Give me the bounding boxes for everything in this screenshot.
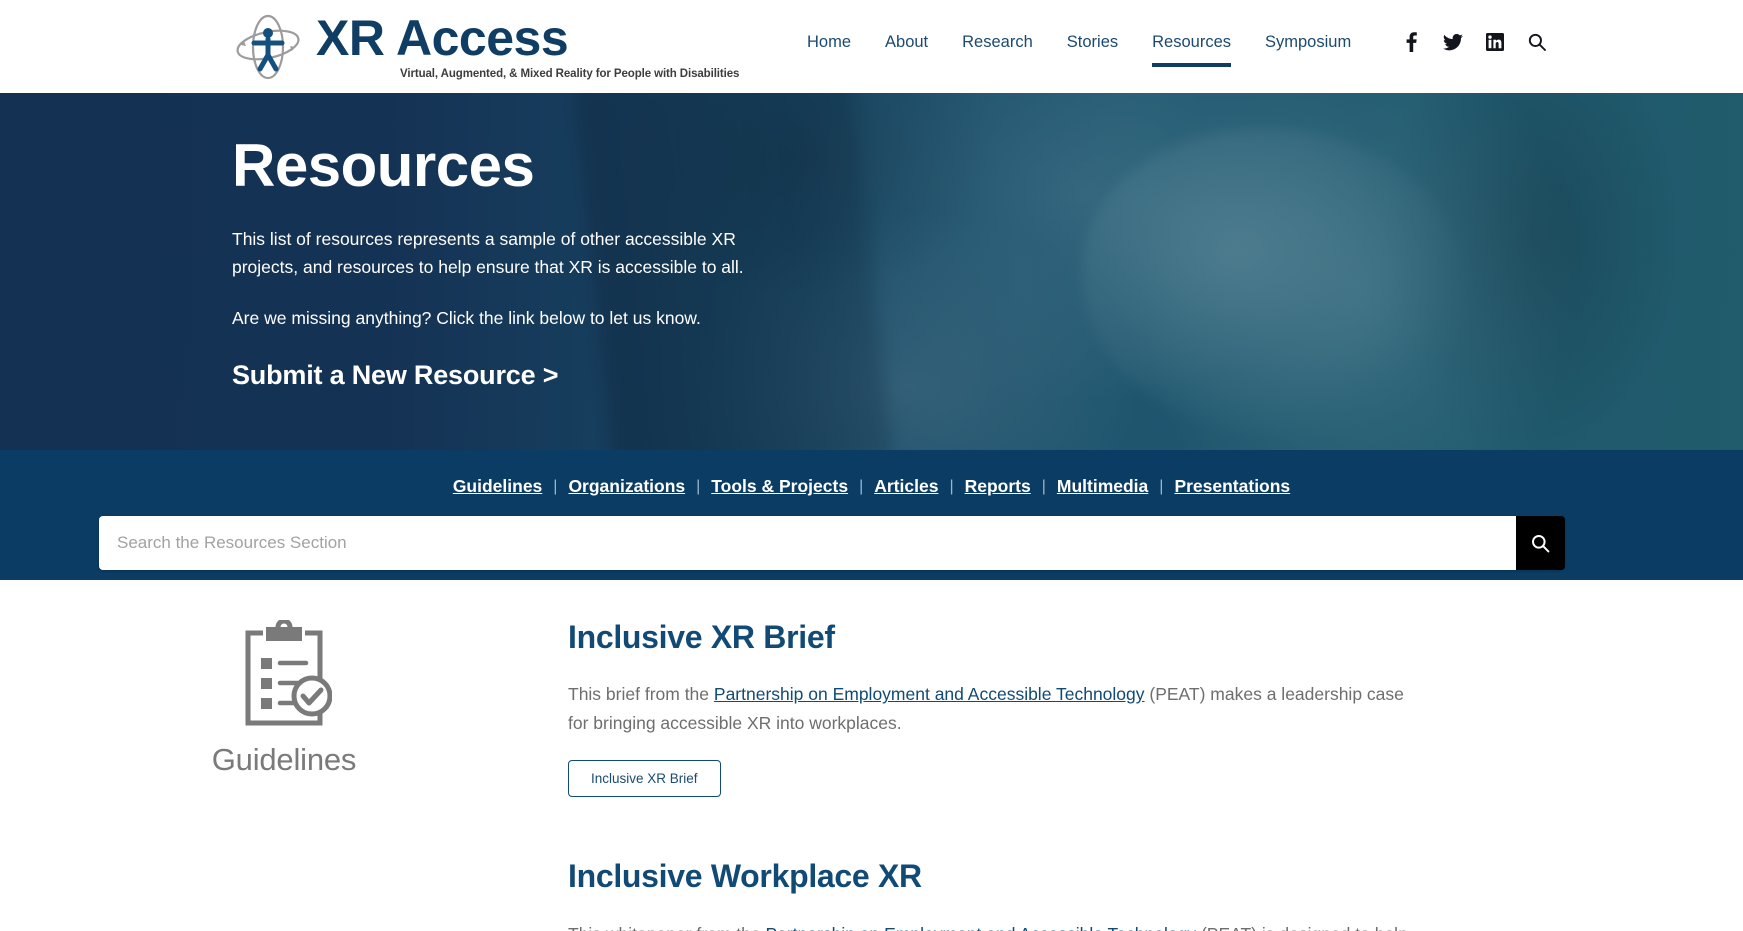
resource-desc-before: This brief from the <box>568 684 714 705</box>
main-navigation: Home About Research Stories Resources Sy… <box>790 28 1558 67</box>
category-link-tools-projects[interactable]: Tools & Projects <box>705 476 854 497</box>
resource-title[interactable]: Inclusive XR Brief <box>568 618 1573 656</box>
nav-item-research[interactable]: Research <box>945 29 1050 55</box>
category-column: Guidelines <box>0 618 568 931</box>
resource-inline-link[interactable]: Partnership on Employment and Accessible… <box>765 924 1196 931</box>
search-input[interactable] <box>99 516 1516 570</box>
resource-item: Inclusive Workplace XR This whitepaper f… <box>568 857 1573 931</box>
logo-title: XR Access <box>316 10 569 66</box>
search-submit-button[interactable] <box>1516 516 1565 570</box>
category-link-multimedia[interactable]: Multimedia <box>1051 476 1154 497</box>
submit-new-resource-link[interactable]: Submit a New Resource > <box>232 360 558 391</box>
category-separator: | <box>949 477 954 495</box>
xr-access-person-orbit-logo-icon <box>232 11 304 83</box>
facebook-icon[interactable] <box>1390 28 1432 56</box>
category-separator: | <box>696 477 701 495</box>
clipboard-checklist-icon <box>236 620 332 728</box>
search-icon[interactable] <box>1516 28 1558 56</box>
category-links: Guidelines | Organizations | Tools & Pro… <box>0 450 1743 497</box>
resources-content: Guidelines Inclusive XR Brief This brief… <box>0 580 1743 931</box>
resource-inline-link[interactable]: Partnership on Employment and Accessible… <box>714 684 1145 704</box>
resources-search-bar <box>99 516 1565 570</box>
resource-action-button[interactable]: Inclusive XR Brief <box>568 760 721 798</box>
category-link-guidelines[interactable]: Guidelines <box>447 476 548 497</box>
hero-paragraph-1: This list of resources represents a samp… <box>232 229 744 278</box>
category-separator: | <box>1159 477 1164 495</box>
hero-paragraph-2: Are we missing anything? Click the link … <box>232 307 701 328</box>
category-link-presentations[interactable]: Presentations <box>1168 476 1296 497</box>
resource-list: Inclusive XR Brief This brief from the P… <box>568 618 1743 931</box>
resource-description: This brief from the Partnership on Emplo… <box>568 680 1428 737</box>
category-link-organizations[interactable]: Organizations <box>562 476 691 497</box>
nav-item-about[interactable]: About <box>868 29 945 55</box>
nav-item-resources[interactable]: Resources <box>1135 29 1248 67</box>
site-header: XR Access Virtual, Augmented, & Mixed Re… <box>0 0 1743 93</box>
page-title: Resources <box>232 132 535 199</box>
logo-tagline: Virtual, Augmented, & Mixed Reality for … <box>400 68 740 80</box>
nav-item-symposium[interactable]: Symposium <box>1248 29 1368 55</box>
category-separator: | <box>1041 477 1046 495</box>
category-link-reports[interactable]: Reports <box>959 476 1037 497</box>
search-icon <box>1531 534 1550 553</box>
resource-description: This whitepaper from the Partnership on … <box>568 920 1428 931</box>
site-logo[interactable]: XR Access Virtual, Augmented, & Mixed Re… <box>232 11 739 83</box>
category-link-articles[interactable]: Articles <box>868 476 944 497</box>
hero-banner: Resources This list of resources represe… <box>0 93 1743 450</box>
linkedin-icon[interactable] <box>1474 28 1516 56</box>
category-column-label: Guidelines <box>211 742 357 777</box>
twitter-icon[interactable] <box>1432 28 1474 56</box>
resource-item: Inclusive XR Brief This brief from the P… <box>568 618 1573 798</box>
resource-desc-before: This whitepaper from the <box>568 924 765 931</box>
nav-item-stories[interactable]: Stories <box>1050 29 1135 55</box>
resource-desc-after: (PEAT) is designed to help <box>1196 924 1408 931</box>
social-links <box>1390 28 1558 56</box>
category-separator: | <box>859 477 864 495</box>
category-separator: | <box>553 477 558 495</box>
resource-title[interactable]: Inclusive Workplace XR <box>568 857 1573 895</box>
nav-item-home[interactable]: Home <box>790 29 868 55</box>
